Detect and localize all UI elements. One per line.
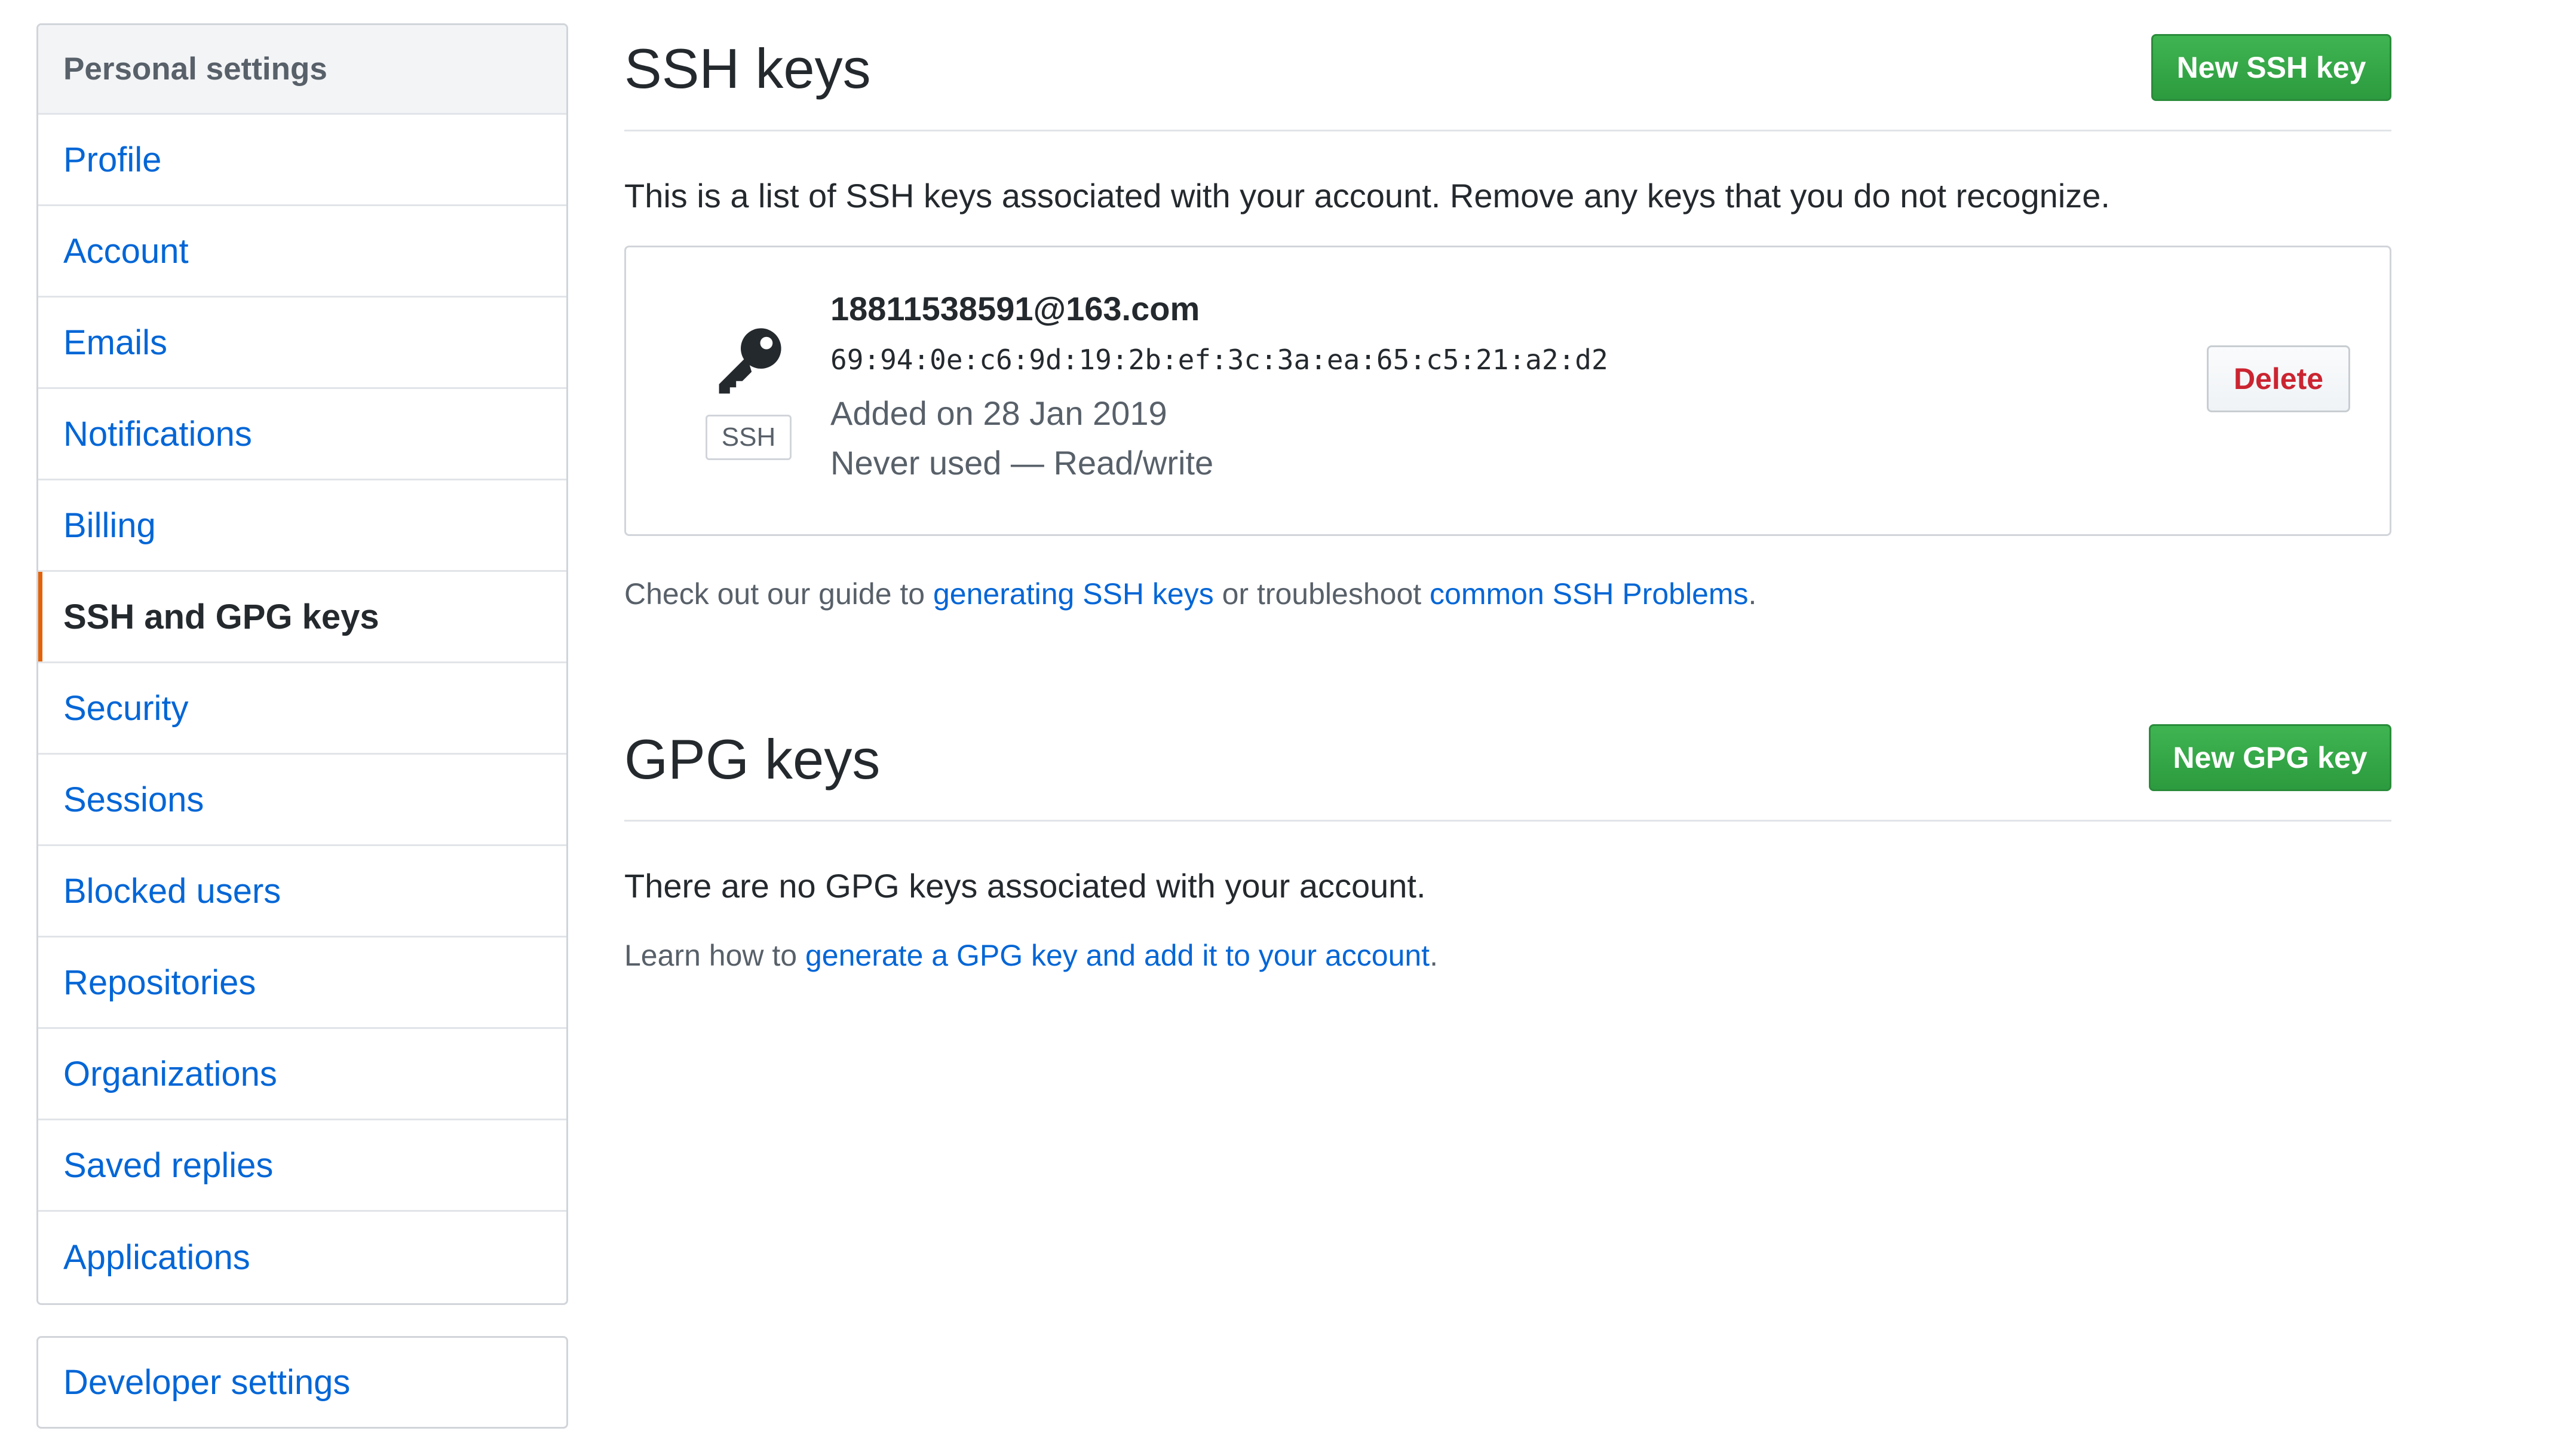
ssh-guide-text: Check out our guide to generating SSH ke…: [624, 577, 1756, 611]
sidebar-item-notifications[interactable]: Notifications: [38, 389, 566, 480]
gpg-learn-prefix: Learn how to: [624, 939, 805, 972]
ssh-guide-prefix: Check out our guide to: [624, 577, 933, 611]
sidebar-item-repositories[interactable]: Repositories: [38, 938, 566, 1029]
sidebar-item-applications[interactable]: Applications: [38, 1212, 566, 1303]
ssh-key-usage: Never used — Read/write: [830, 444, 1214, 482]
delete-ssh-key-button[interactable]: Delete: [2207, 345, 2350, 412]
gpg-empty-text: There are no GPG keys associated with yo…: [624, 867, 1426, 905]
ssh-badge: SSH: [706, 415, 792, 460]
sidebar-item-organizations[interactable]: Organizations: [38, 1029, 566, 1120]
sidebar-item-blocked-users[interactable]: Blocked users: [38, 846, 566, 938]
sidebar-item-emails[interactable]: Emails: [38, 298, 566, 389]
ssh-key-item: SSH 18811538591@163.com 69:94:0e:c6:9d:1…: [624, 246, 2391, 536]
gpg-learn-text: Learn how to generate a GPG key and add …: [624, 938, 1438, 973]
new-ssh-key-button[interactable]: New SSH key: [2151, 34, 2391, 101]
ssh-key-fingerprint: 69:94:0e:c6:9d:19:2b:ef:3c:3a:ea:65:c5:2…: [830, 344, 1608, 376]
common-ssh-problems-link[interactable]: common SSH Problems: [1430, 577, 1749, 611]
developer-settings-box: Developer settings: [36, 1336, 568, 1429]
ssh-guide-suffix: .: [1748, 577, 1757, 611]
ssh-divider: [624, 130, 2391, 131]
ssh-description: This is a list of SSH keys associated wi…: [624, 177, 2110, 215]
ssh-guide-middle: or troubleshoot: [1213, 577, 1430, 611]
sidebar-item-account[interactable]: Account: [38, 206, 566, 298]
generating-ssh-keys-link[interactable]: generating SSH keys: [933, 577, 1214, 611]
gpg-keys-title: GPG keys: [624, 728, 881, 791]
gpg-divider: [624, 820, 2391, 822]
sidebar-header: Personal settings: [38, 25, 566, 115]
ssh-keys-title: SSH keys: [624, 37, 871, 100]
sidebar-item-sessions[interactable]: Sessions: [38, 755, 566, 846]
key-icon: [719, 328, 781, 394]
gpg-learn-suffix: .: [1430, 939, 1438, 972]
generate-gpg-key-link[interactable]: generate a GPG key and add it to your ac…: [805, 939, 1430, 972]
sidebar-item-developer-settings[interactable]: Developer settings: [38, 1338, 566, 1427]
sidebar-item-saved-replies[interactable]: Saved replies: [38, 1120, 566, 1212]
sidebar-item-profile[interactable]: Profile: [38, 115, 566, 206]
sidebar-item-ssh-gpg-keys[interactable]: SSH and GPG keys: [38, 572, 566, 663]
ssh-key-title: 18811538591@163.com: [830, 290, 1200, 327]
settings-sidebar: Personal settings Profile Account Emails…: [36, 23, 568, 1305]
ssh-key-added-date: Added on 28 Jan 2019: [830, 394, 1167, 432]
new-gpg-key-button[interactable]: New GPG key: [2149, 724, 2391, 791]
sidebar-item-billing[interactable]: Billing: [38, 480, 566, 572]
sidebar-item-security[interactable]: Security: [38, 663, 566, 755]
